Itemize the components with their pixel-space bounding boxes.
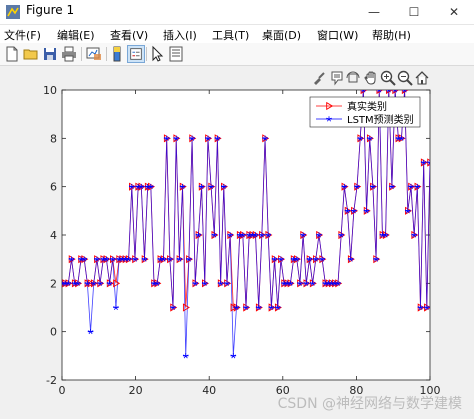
save-icon[interactable] [41, 45, 59, 63]
menu-bar: 文件(F) 编辑(E) 查看(V) 插入(I) 工具(T) 桌面(D) 窗口(W… [0, 25, 474, 43]
data-tips-icon[interactable] [329, 70, 345, 86]
menu-tools[interactable]: 工具(T) [212, 27, 249, 43]
menu-view[interactable]: 查看(V) [110, 27, 148, 43]
toolbar-separator [81, 47, 82, 61]
menu-desktop[interactable]: 桌面(D) [262, 27, 301, 43]
edit-plot-icon[interactable] [148, 45, 166, 63]
zoom-in-icon[interactable] [380, 70, 396, 86]
property-inspector-icon[interactable] [167, 45, 185, 63]
watermark: CSDN @神经网络与数学建模 [277, 396, 462, 412]
zoom-out-icon[interactable] [397, 70, 413, 86]
menu-edit[interactable]: 编辑(E) [57, 27, 95, 43]
home-icon[interactable] [414, 70, 430, 86]
brush-icon[interactable] [311, 70, 327, 86]
matlab-figure-icon [6, 5, 20, 19]
maximize-button[interactable]: ☐ [394, 0, 434, 24]
menu-insert[interactable]: 插入(I) [163, 27, 197, 43]
pan-icon[interactable] [363, 70, 379, 86]
open-file-icon[interactable] [22, 45, 40, 63]
minimize-button[interactable]: — [354, 0, 394, 24]
link-plot-icon[interactable] [85, 45, 103, 63]
insert-legend-icon[interactable] [127, 45, 145, 63]
toolbar-separator [146, 47, 147, 61]
close-button[interactable]: ✕ [434, 0, 474, 24]
toolbar-separator [106, 47, 107, 61]
window-title: Figure 1 [26, 3, 75, 17]
window-titlebar: Figure 1 — ☐ ✕ [0, 0, 474, 25]
rotate-icon[interactable] [345, 70, 361, 86]
menu-window[interactable]: 窗口(W) [317, 27, 358, 43]
insert-colorbar-icon[interactable] [108, 45, 126, 63]
menu-help[interactable]: 帮助(H) [372, 27, 411, 43]
print-icon[interactable] [60, 45, 78, 63]
menu-file[interactable]: 文件(F) [4, 27, 41, 43]
figure-toolbar [0, 43, 474, 66]
new-figure-icon[interactable] [3, 45, 21, 63]
figure-canvas [0, 66, 474, 419]
